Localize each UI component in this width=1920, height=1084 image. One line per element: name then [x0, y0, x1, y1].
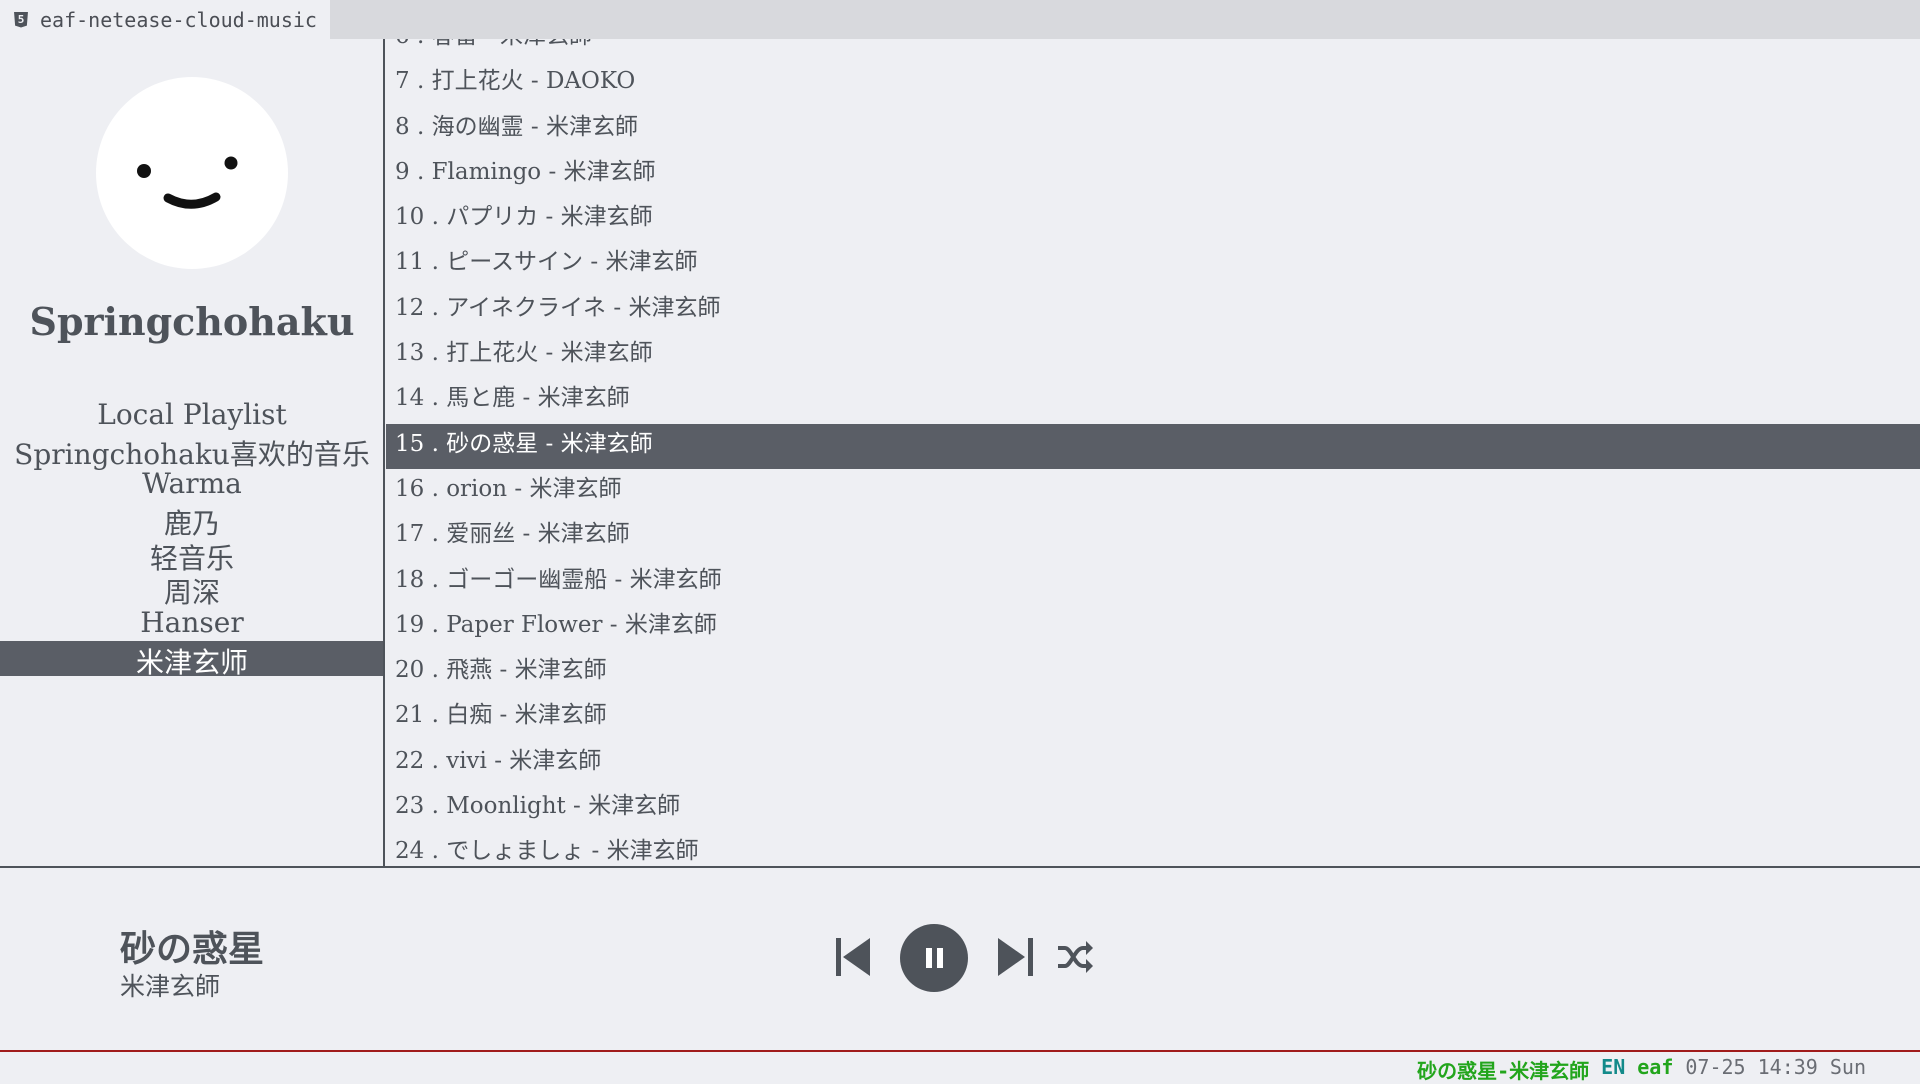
- smiley-face-icon: [137, 156, 238, 209]
- song-item[interactable]: 24 . でしょましょ - 米津玄師: [386, 831, 1920, 866]
- song-item[interactable]: 11 . ピースサイン - 米津玄師: [386, 242, 1920, 287]
- song-item[interactable]: 10 . パプリカ - 米津玄師: [386, 197, 1920, 242]
- song-item[interactable]: 8 . 海の幽霊 - 米津玄師: [386, 107, 1920, 152]
- song-list-items: 6 . 春雷 - 米津玄師7 . 打上花火 - DAOKO8 . 海の幽霊 - …: [386, 39, 1920, 866]
- sidebar-divider: [383, 39, 385, 866]
- avatar: [96, 77, 288, 269]
- song-item[interactable]: 22 . vivi - 米津玄師: [386, 741, 1920, 786]
- skip-next-icon: [998, 938, 1033, 976]
- playlist-item[interactable]: Hanser: [0, 606, 384, 641]
- song-item[interactable]: 21 . 白痴 - 米津玄師: [386, 695, 1920, 740]
- pause-icon: [926, 948, 943, 968]
- now-playing-title: 砂の惑星: [120, 929, 265, 970]
- song-item[interactable]: 15 . 砂の惑星 - 米津玄師: [386, 423, 1920, 469]
- song-item[interactable]: 18 . ゴーゴー幽霊船 - 米津玄師: [386, 560, 1920, 605]
- skip-previous-icon: [836, 938, 870, 976]
- song-item[interactable]: 6 . 春雷 - 米津玄師: [386, 39, 1920, 61]
- song-item[interactable]: 13 . 打上花火 - 米津玄師: [386, 333, 1920, 378]
- song-item[interactable]: 23 . Moonlight - 米津玄師: [386, 786, 1920, 831]
- username: Springchohaku: [29, 299, 355, 344]
- song-item[interactable]: 7 . 打上花火 - DAOKO: [386, 61, 1920, 106]
- player-bar: 砂の惑星 米津玄師: [0, 868, 1920, 1050]
- song-item[interactable]: 20 . 飛燕 - 米津玄師: [386, 650, 1920, 695]
- playlist-item[interactable]: 轻音乐: [0, 537, 384, 575]
- song-item[interactable]: 12 . アイネクライネ - 米津玄師: [386, 288, 1920, 333]
- shuffle-button[interactable]: [1055, 938, 1095, 976]
- playlist-item[interactable]: Springchohaku喜欢的音乐: [0, 433, 384, 471]
- playlist-item[interactable]: 米津玄师: [0, 640, 384, 679]
- playlist-list: Local Playlist Springchohaku喜欢的音乐 Warma 鹿乃轻…: [0, 398, 384, 679]
- next-button[interactable]: [995, 935, 1035, 979]
- playlist-item[interactable]: 鹿乃: [0, 502, 384, 540]
- playlist-item[interactable]: Warma: [0, 467, 384, 502]
- tab-label: eaf-netease-cloud-music: [40, 7, 317, 32]
- song-item[interactable]: 17 . 爱丽丝 - 米津玄師: [386, 514, 1920, 559]
- song-item[interactable]: 16 . orion - 米津玄師: [386, 469, 1920, 514]
- tab-bar: 5 eaf-netease-cloud-music: [0, 0, 1920, 39]
- html5-icon: 5: [14, 11, 28, 28]
- previous-button[interactable]: [834, 935, 874, 979]
- modeline: 砂の惑星-米津玄師 EN eaf 07-25 14:39 Sun: [0, 1052, 1920, 1083]
- sidebar: Springchohaku Local Playlist Springchohak…: [0, 39, 384, 866]
- song-list[interactable]: 6 . 春雷 - 米津玄師7 . 打上花火 - DAOKO8 . 海の幽霊 - …: [386, 39, 1920, 866]
- song-item[interactable]: 14 . 馬と鹿 - 米津玄師: [386, 378, 1920, 423]
- pause-button[interactable]: [900, 924, 968, 992]
- now-playing-artist: 米津玄師: [120, 972, 221, 1001]
- shuffle-icon: [1058, 941, 1093, 973]
- tab-eaf-netease-cloud-music[interactable]: 5 eaf-netease-cloud-music: [0, 0, 330, 39]
- playlist-item[interactable]: Local Playlist: [0, 398, 384, 433]
- song-item[interactable]: 19 . Paper Flower - 米津玄師: [386, 605, 1920, 650]
- song-item[interactable]: 9 . Flamingo - 米津玄師: [386, 152, 1920, 197]
- playlist-item[interactable]: 周深: [0, 571, 384, 609]
